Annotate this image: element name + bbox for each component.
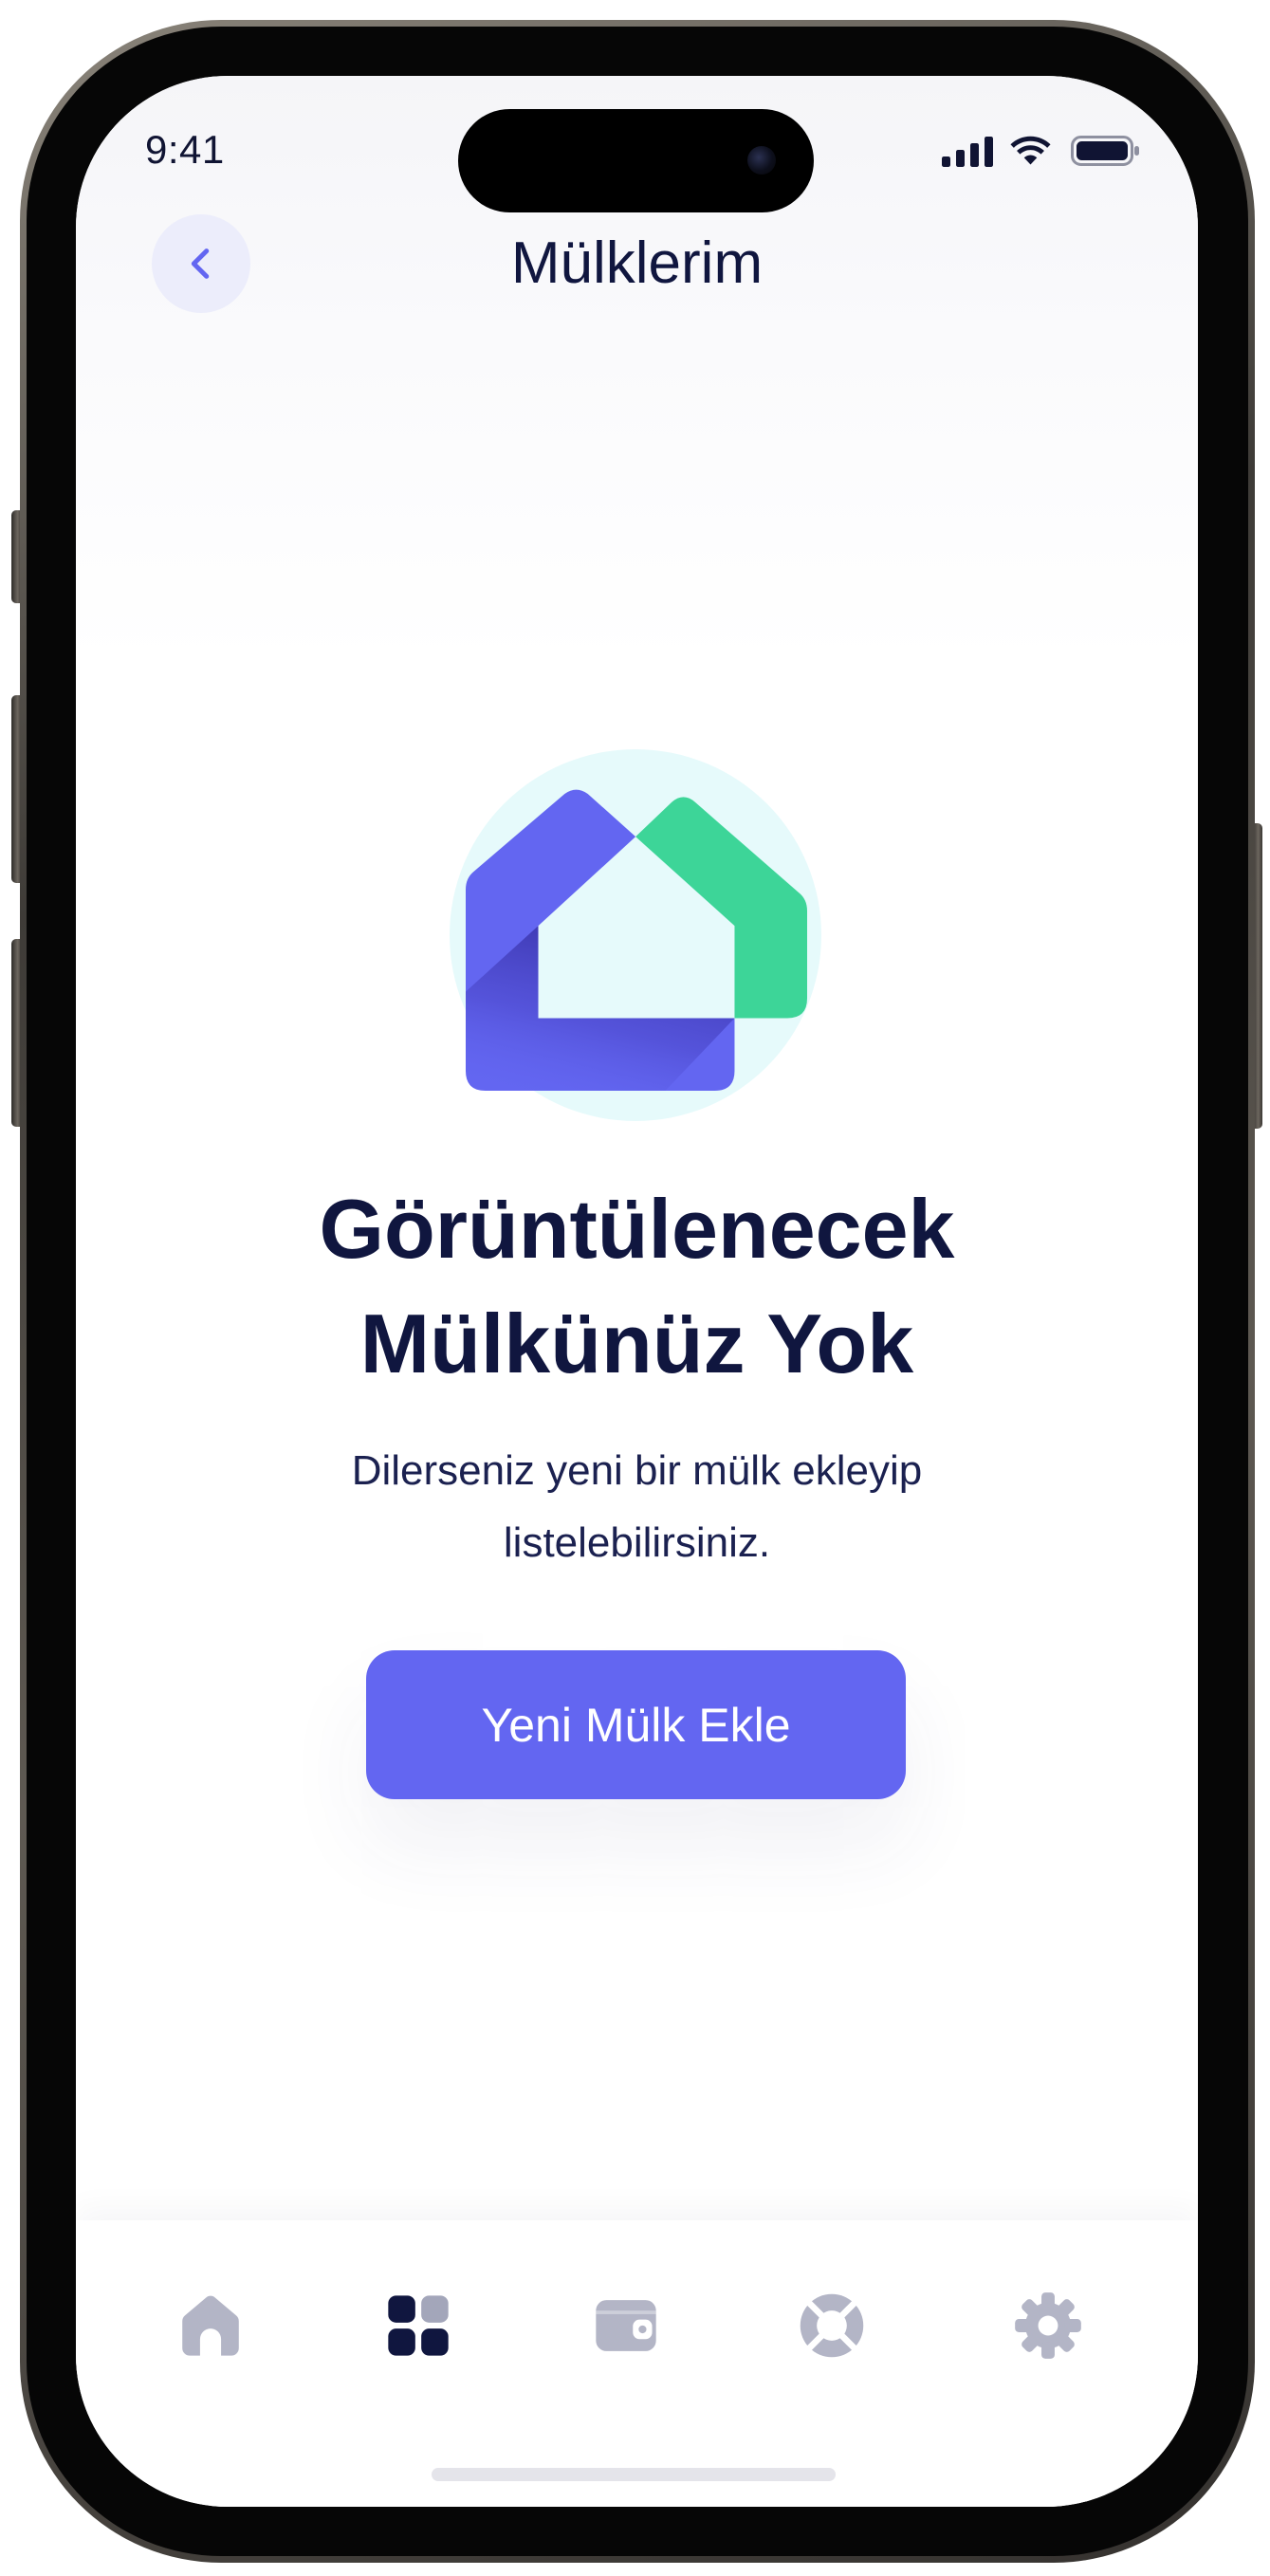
nav-item-wallet[interactable] [590, 2290, 662, 2362]
empty-state-description: Dilerseniz yeni bir mülk ekleyip listele… [76, 1435, 1198, 1579]
empty-state-description-line: Dilerseniz yeni bir mülk ekleyip [351, 1447, 923, 1494]
nav-item-home[interactable] [175, 2290, 247, 2362]
home-icon [182, 2295, 239, 2356]
page-title: Mülklerim [510, 230, 764, 296]
house-logo-icon [466, 789, 807, 1091]
nav-item-settings[interactable] [1012, 2290, 1084, 2362]
wifi-icon [1010, 136, 1051, 165]
lifebuoy-icon [800, 2293, 864, 2358]
nav-item-support[interactable] [796, 2290, 868, 2362]
status-time: 9:41 [145, 127, 225, 172]
empty-state-title-line: Görüntülenecek [319, 1182, 955, 1276]
wallet-icon [596, 2300, 656, 2351]
add-property-button-label: Yeni Mülk Ekle [481, 1698, 791, 1752]
nav-item-dashboard[interactable] [382, 2290, 454, 2362]
grid-icon [388, 2295, 449, 2356]
bottom-nav [76, 2220, 1198, 2507]
phone-screen: 9:41 Mülklerim Görüntülenecek Mülkünüz Y… [76, 76, 1198, 2507]
dynamic-island [458, 109, 814, 212]
add-property-button[interactable]: Yeni Mülk Ekle [366, 1650, 906, 1799]
empty-state-title-line: Mülkünüz Yok [359, 1297, 914, 1390]
home-indicator [432, 2468, 836, 2481]
battery-icon [1071, 136, 1139, 166]
signal-icon [942, 137, 993, 167]
empty-state-title: Görüntülenecek Mülkünüz Yok [76, 1171, 1198, 1401]
gear-icon [1015, 2292, 1081, 2359]
front-camera [747, 146, 776, 175]
empty-state-description-line: listelebilirsiniz. [503, 1519, 771, 1566]
